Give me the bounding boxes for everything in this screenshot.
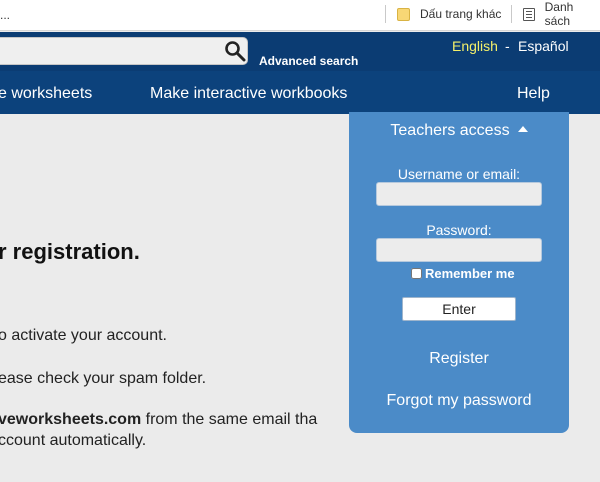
nav-interactive-workbooks[interactable]: Make interactive workbooks [150, 85, 347, 103]
password-label: Password: [426, 222, 492, 238]
site-name: veworksheets.com [0, 411, 142, 428]
bookmarks-divider [385, 5, 386, 23]
site-header: Advanced search English - Español [0, 32, 600, 71]
auto-account-text: ccount automatically. [0, 432, 147, 449]
bookmarks-overflow[interactable]: ... [0, 8, 10, 22]
folder-icon [397, 7, 410, 21]
language-english[interactable]: English [452, 38, 498, 54]
reading-list-icon [523, 7, 535, 21]
nav-help[interactable]: Help [517, 85, 550, 103]
main-nav: e worksheets Make interactive workbooks … [0, 71, 600, 114]
username-label: Username or email: [397, 166, 521, 182]
teachers-login-panel: Teachers access Username or email: Passw… [349, 112, 569, 433]
register-link[interactable]: Register [349, 350, 569, 368]
activation-text: o activate your account. [0, 327, 167, 344]
teachers-access-toggle[interactable]: Teachers access [349, 122, 569, 140]
bookmark-other-bookmarks[interactable]: Dấu trang khác [397, 3, 501, 25]
page-title: r registration. [0, 239, 140, 264]
email-instruction-rest: from the same email tha [141, 411, 318, 428]
bookmarks-divider [511, 5, 512, 23]
remember-me-label: Remember me [425, 266, 515, 281]
remember-me-checkbox[interactable] [411, 268, 422, 279]
spam-folder-text: ease check your spam folder. [0, 370, 207, 387]
search-input[interactable] [0, 37, 248, 65]
caret-up-icon [517, 126, 528, 132]
bookmark-label: Danh sách [544, 0, 574, 28]
enter-button[interactable]: Enter [402, 297, 516, 321]
username-field[interactable] [376, 182, 542, 206]
remember-me[interactable]: Remember me [411, 266, 515, 281]
bookmark-reading-list[interactable]: Danh sách [523, 0, 600, 28]
bookmark-label: Dấu trang khác [420, 7, 502, 21]
language-separator: - [505, 38, 510, 54]
search-icon[interactable] [224, 40, 246, 62]
advanced-search-link[interactable]: Advanced search [259, 54, 358, 68]
teachers-access-label: Teachers access [390, 122, 510, 139]
email-instruction-text: veworksheets.com from the same email tha [0, 411, 317, 429]
nav-worksheets[interactable]: e worksheets [0, 85, 92, 103]
bookmarks-bar: ... Dấu trang khác Danh sách [0, 0, 600, 31]
language-spanish[interactable]: Español [518, 38, 569, 54]
password-field[interactable] [376, 238, 542, 262]
forgot-password-link[interactable]: Forgot my password [349, 392, 569, 410]
